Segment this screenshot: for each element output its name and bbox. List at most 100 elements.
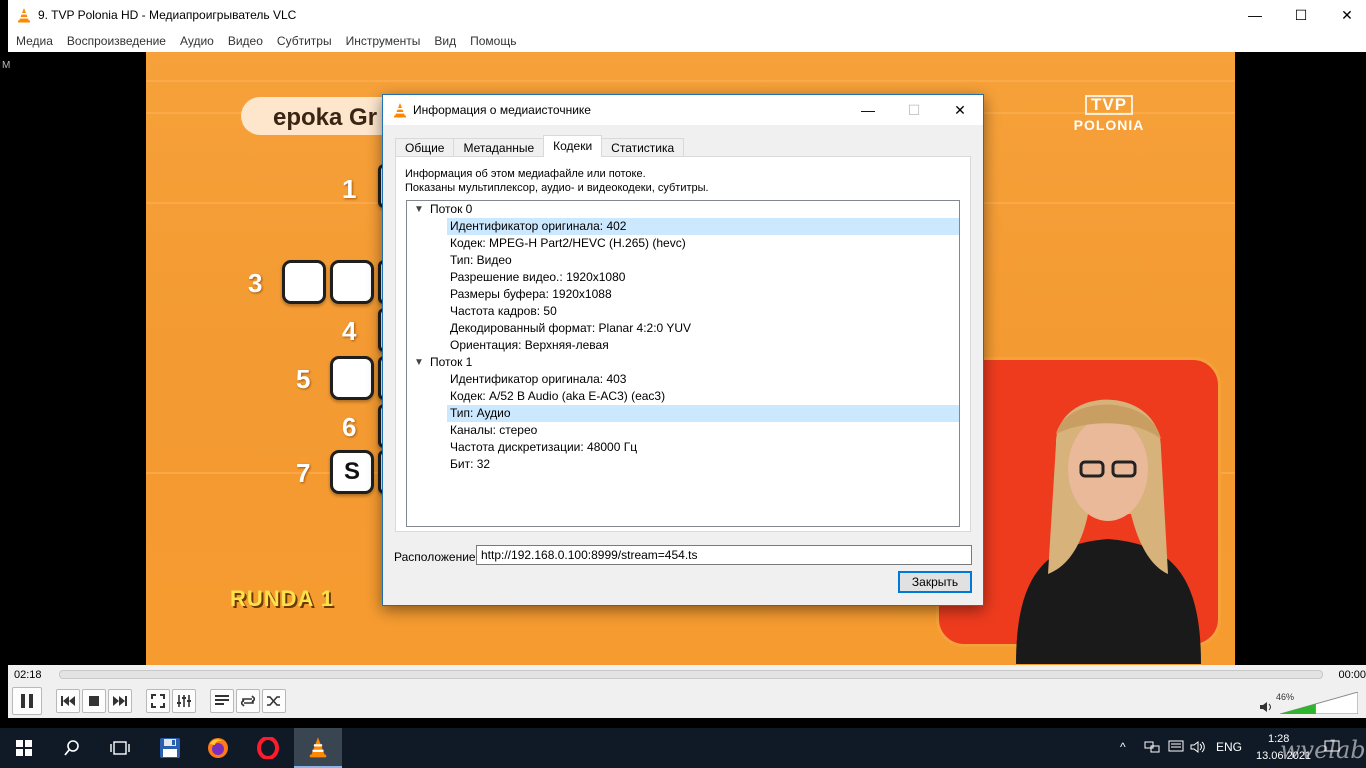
title-bar[interactable]: 9. TVP Polonia HD - Медиапроигрыватель V… [8, 0, 1366, 30]
windows-logo-icon [16, 740, 32, 756]
network-icon[interactable] [1144, 740, 1160, 757]
input-language[interactable]: ENG [1216, 740, 1242, 754]
total-time: 00:00 [1338, 669, 1366, 681]
tree-item[interactable]: Кодек: A/52 B Audio (aka E-AC3) (eac3) [407, 388, 959, 405]
dialog-minimize-button[interactable]: — [845, 95, 891, 125]
tree-item-label: Идентификатор оригинала: 402 [450, 219, 627, 233]
media-info-dialog: Информация о медиаисточнике — ☐ ✕ Общие … [382, 94, 984, 606]
volume-slider[interactable] [1280, 692, 1358, 714]
tree-item[interactable]: Ориентация: Верхняя-левая [407, 337, 959, 354]
tree-group-label: Поток 1 [430, 355, 473, 369]
vlc-cone-icon [18, 8, 30, 23]
speaker-icon[interactable] [1190, 740, 1206, 757]
vlc-cone-icon [309, 737, 327, 758]
taskbar-app-opera[interactable] [244, 728, 292, 768]
next-button[interactable] [108, 689, 132, 713]
volume-icon[interactable] [1260, 701, 1272, 716]
close-button[interactable]: Закрыть [898, 571, 972, 593]
category-text: epoka Gr [273, 104, 378, 131]
tree-item[interactable]: Тип: Видео [407, 252, 959, 269]
tab-codecs[interactable]: Кодеки [543, 135, 603, 157]
fullscreen-button[interactable] [146, 689, 170, 713]
desktop-edge-text: M [2, 60, 11, 71]
dialog-close-icon[interactable]: ✕ [937, 95, 983, 125]
extended-settings-button[interactable] [172, 689, 196, 713]
skip-forward-icon [113, 696, 127, 706]
chevron-down-icon[interactable]: ▼ [413, 201, 425, 218]
stop-button[interactable] [82, 689, 106, 713]
letter-tile [330, 260, 374, 304]
tree-item[interactable]: Тип: Аудио [407, 405, 959, 422]
tree-item-label: Каналы: стерео [450, 423, 538, 437]
row-number: 7 [296, 458, 311, 488]
playback-controls: 02:18 00:00 46% [8, 665, 1366, 718]
tab-statistics[interactable]: Статистика [601, 138, 685, 157]
tree-item-label: Идентификатор оригинала: 403 [450, 372, 627, 386]
menu-view[interactable]: Вид [434, 34, 456, 48]
tree-item[interactable]: Каналы: стерео [407, 422, 959, 439]
tree-group-stream-1[interactable]: ▼ Поток 1 [407, 354, 959, 371]
seek-slider[interactable] [59, 670, 1323, 679]
floppy-disk-icon [160, 738, 180, 758]
previous-button[interactable] [56, 689, 80, 713]
tree-item[interactable]: Частота кадров: 50 [407, 303, 959, 320]
loop-button[interactable] [236, 689, 260, 713]
search-button[interactable] [48, 728, 96, 768]
description-line: Информация об этом медиафайле или потоке… [405, 168, 646, 180]
codec-tree[interactable]: ▼ Поток 0 Идентификатор оригинала: 402 К… [406, 200, 960, 527]
menu-help[interactable]: Помощь [470, 34, 516, 48]
tree-item-label: Размеры буфера: 1920x1088 [450, 287, 612, 301]
minimize-button[interactable]: — [1232, 0, 1278, 30]
tree-item[interactable]: Разрешение видео.: 1920x1080 [407, 269, 959, 286]
chevron-down-icon[interactable]: ▼ [413, 354, 425, 371]
menu-subtitles[interactable]: Субтитры [277, 34, 332, 48]
tree-item[interactable]: Идентификатор оригинала: 402 [407, 218, 959, 235]
keyboard-icon[interactable] [1168, 740, 1184, 755]
chevron-up-icon[interactable]: ^ [1120, 740, 1126, 754]
tree-group-label: Поток 0 [430, 202, 473, 216]
location-label: Расположение: [394, 550, 479, 564]
tab-general[interactable]: Общие [395, 138, 455, 157]
start-button[interactable] [0, 728, 48, 768]
vlc-cone-icon [394, 103, 406, 118]
menu-audio[interactable]: Аудио [180, 34, 214, 48]
dialog-title-bar[interactable]: Информация о медиаисточнике — ☐ ✕ [383, 95, 983, 125]
task-view-button[interactable] [96, 728, 144, 768]
stop-icon [89, 696, 99, 706]
menu-video[interactable]: Видео [228, 34, 263, 48]
menu-tools[interactable]: Инструменты [346, 34, 421, 48]
tree-item[interactable]: Кодек: MPEG-H Part2/HEVC (H.265) (hevc) [407, 235, 959, 252]
playlist-button[interactable] [210, 689, 234, 713]
taskbar: ^ ENG 1:28 13.06.2021 [0, 728, 1366, 768]
tab-bar: Общие Метаданные Кодеки Статистика [395, 135, 685, 157]
tree-item[interactable]: Бит: 32 [407, 456, 959, 473]
pause-button[interactable] [12, 687, 42, 715]
close-window-button[interactable]: ✕ [1324, 0, 1366, 30]
task-view-icon [110, 741, 130, 755]
tab-metadata[interactable]: Метаданные [453, 138, 545, 157]
row-number: 1 [342, 174, 357, 204]
shuffle-button[interactable] [262, 689, 286, 713]
tree-item[interactable]: Декодированный формат: Planar 4:2:0 YUV [407, 320, 959, 337]
taskbar-app-save[interactable] [146, 728, 194, 768]
equalizer-icon [177, 695, 191, 707]
tree-item[interactable]: Частота дискретизации: 48000 Гц [407, 439, 959, 456]
letter-tile: S [330, 450, 374, 494]
tree-item-label: Тип: Аудио [450, 406, 511, 420]
tree-item[interactable]: Идентификатор оригинала: 403 [407, 371, 959, 388]
tree-item-label: Ориентация: Верхняя-левая [450, 338, 609, 352]
letter-tile [330, 356, 374, 400]
menu-playback[interactable]: Воспроизведение [67, 34, 166, 48]
row-number: 4 [342, 316, 357, 346]
location-field[interactable] [476, 545, 972, 565]
taskbar-app-firefox[interactable] [194, 728, 242, 768]
menu-media[interactable]: Медиа [16, 34, 53, 48]
screen: 9. TVP Polonia HD - Медиапроигрыватель V… [0, 0, 1366, 768]
tree-item-label: Кодек: MPEG-H Part2/HEVC (H.265) (hevc) [450, 236, 686, 250]
taskbar-app-vlc[interactable] [294, 728, 342, 768]
loop-icon [241, 695, 255, 707]
tree-group-stream-0[interactable]: ▼ Поток 0 [407, 201, 959, 218]
maximize-button[interactable]: ☐ [1278, 0, 1324, 30]
tree-item[interactable]: Размеры буфера: 1920x1088 [407, 286, 959, 303]
tree-item-label: Декодированный формат: Planar 4:2:0 YUV [450, 321, 692, 335]
